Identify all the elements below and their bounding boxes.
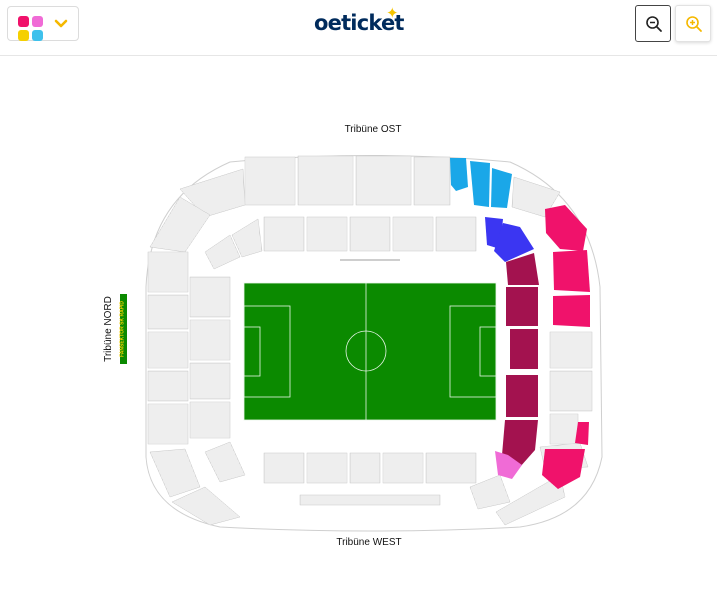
zoom-in-button[interactable] xyxy=(675,5,711,42)
nord-blocks[interactable] xyxy=(147,251,246,526)
sued-grey-blocks[interactable] xyxy=(539,331,593,470)
sector-maroon-2[interactable] xyxy=(506,287,538,326)
fan-sector-banner-text: FANSEKTOR SK RAPID xyxy=(120,301,126,357)
sector-cyan-2[interactable] xyxy=(470,161,490,207)
zoom-out-icon xyxy=(646,16,662,32)
sparkle-icon: ✦ xyxy=(386,5,399,22)
app-menu-button[interactable] xyxy=(7,6,79,41)
tribune-west-label: Tribüne WEST xyxy=(336,537,401,548)
zoom-in-icon xyxy=(686,16,702,32)
chevron-down-icon xyxy=(54,19,68,28)
ost-lower-blocks[interactable] xyxy=(204,216,477,270)
football-pitch xyxy=(243,282,497,421)
sector-maroon-3[interactable] xyxy=(510,329,538,369)
sector-pink-1[interactable] xyxy=(545,205,587,251)
tribune-ost-label: Tribüne OST xyxy=(345,124,402,135)
sector-pink-2[interactable] xyxy=(553,250,590,292)
sector-pink-3[interactable] xyxy=(553,295,590,327)
zoom-out-button[interactable] xyxy=(635,5,671,42)
seat-map[interactable]: FANSEKTOR SK RAPID Tribüne OST Tribüne W… xyxy=(0,57,717,610)
app-grid-icon xyxy=(18,16,44,42)
top-bar: oeticket ✦ xyxy=(0,0,717,56)
sector-maroon-4[interactable] xyxy=(506,375,538,417)
sector-cyan-3[interactable] xyxy=(491,168,512,208)
sector-cyan-1[interactable] xyxy=(450,158,468,191)
stadium-svg[interactable]: FANSEKTOR SK RAPID Tribüne OST Tribüne W… xyxy=(0,57,717,610)
tribune-nord-label: Tribüne NORD xyxy=(103,296,114,362)
